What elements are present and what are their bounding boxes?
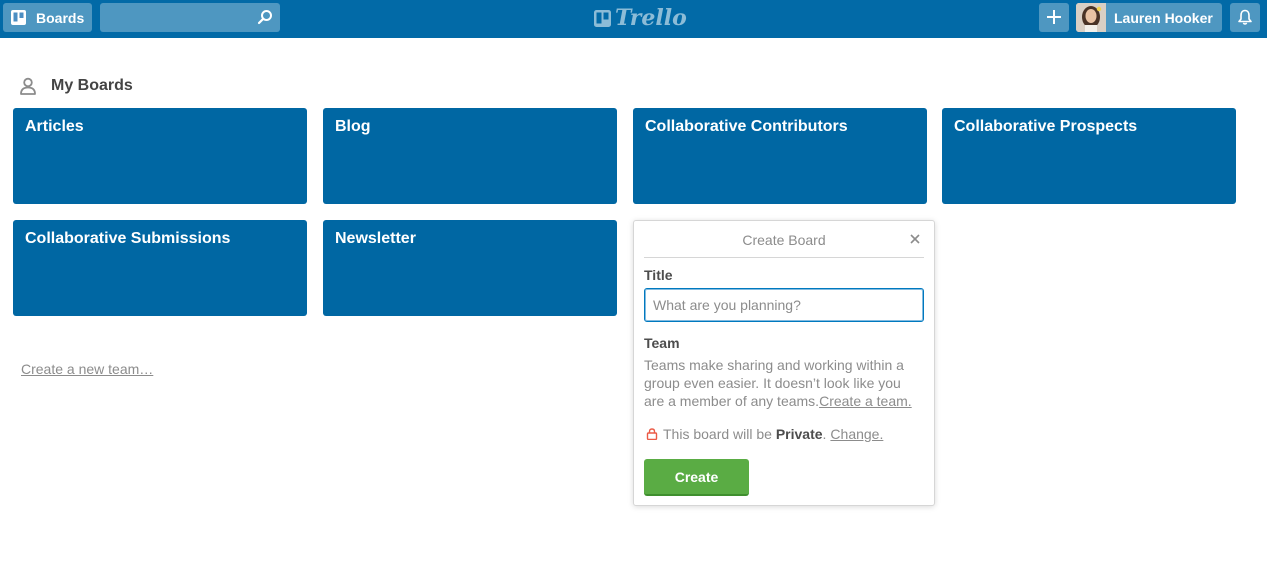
- create-new-team-link[interactable]: Create a new team…: [21, 361, 153, 377]
- privacy-prefix: This board will be: [663, 426, 772, 442]
- board-title: Newsletter: [335, 230, 416, 247]
- search-box[interactable]: [100, 3, 280, 32]
- boards-button-label: Boards: [36, 9, 85, 26]
- popover-header: Create Board: [644, 221, 924, 258]
- change-privacy-link[interactable]: Change.: [830, 426, 883, 442]
- add-button[interactable]: [1039, 3, 1069, 32]
- board-title: Collaborative Contributors: [645, 118, 848, 135]
- boards-icon: [11, 10, 26, 25]
- search-input[interactable]: [100, 3, 250, 32]
- board-tile[interactable]: Articles: [13, 108, 307, 204]
- board-title-input[interactable]: [644, 288, 924, 322]
- plus-icon: [1047, 10, 1061, 24]
- board-tile[interactable]: Collaborative Contributors: [633, 108, 927, 204]
- board-title: Articles: [25, 118, 84, 135]
- search-icon[interactable]: [257, 9, 273, 25]
- lock-icon: [646, 428, 658, 440]
- board-title: Collaborative Prospects: [954, 118, 1138, 135]
- board-tile[interactable]: Blog: [323, 108, 617, 204]
- my-boards-heading: My Boards: [19, 75, 133, 97]
- top-header: Boards Trello Lauren Hooker: [0, 0, 1267, 38]
- team-description: Teams make sharing and working within a …: [644, 356, 924, 410]
- privacy-suffix: .: [822, 426, 827, 442]
- create-board-button[interactable]: Create: [644, 459, 749, 496]
- board-title: Blog: [335, 118, 371, 135]
- trello-logo[interactable]: Trello: [594, 5, 687, 31]
- bell-icon: [1238, 9, 1252, 25]
- title-label: Title: [644, 267, 673, 283]
- board-title: Collaborative Submissions: [25, 230, 231, 247]
- board-tile[interactable]: Collaborative Prospects: [942, 108, 1236, 204]
- notifications-button[interactable]: [1230, 3, 1260, 32]
- create-board-popover: Create Board Title Team Teams make shari…: [633, 220, 935, 506]
- trello-logo-icon: [594, 9, 611, 27]
- avatar: [1076, 3, 1106, 32]
- member-menu-button[interactable]: Lauren Hooker: [1076, 3, 1222, 32]
- create-team-link[interactable]: Create a team.: [819, 393, 912, 409]
- close-icon[interactable]: [908, 232, 922, 246]
- section-title: My Boards: [51, 77, 133, 94]
- boards-button[interactable]: Boards: [3, 3, 92, 32]
- member-name: Lauren Hooker: [1114, 9, 1213, 26]
- person-icon: [20, 77, 36, 95]
- trello-logo-text: Trello: [615, 5, 687, 31]
- board-tile[interactable]: Newsletter: [323, 220, 617, 316]
- privacy-value: Private: [775, 426, 823, 442]
- board-tile[interactable]: Collaborative Submissions: [13, 220, 307, 316]
- team-label: Team: [644, 335, 680, 351]
- popover-title: Create Board: [742, 232, 826, 248]
- privacy-notice: This board will be Private. Change.: [646, 426, 883, 442]
